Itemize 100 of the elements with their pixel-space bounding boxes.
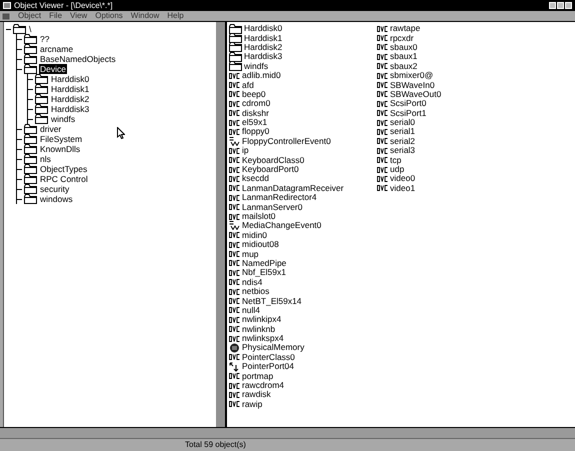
tree-item[interactable]: FileSystem: [39, 134, 84, 144]
menu-item[interactable]: Options: [95, 11, 123, 21]
object-name[interactable]: PointerClass0: [242, 352, 295, 362]
tree-item[interactable]: Harddisk2: [50, 94, 90, 104]
menu-item[interactable]: Object: [18, 11, 42, 21]
menu-item[interactable]: Window: [130, 11, 160, 21]
link-arrow-icon: [229, 362, 240, 372]
object-name[interactable]: KeyboardPort0: [242, 165, 299, 174]
object-name[interactable]: ScsiPort0: [390, 99, 426, 108]
tree-item[interactable]: ??: [39, 34, 50, 44]
object-name[interactable]: SBWaveIn0: [390, 80, 435, 90]
object-name[interactable]: rpcxdr: [390, 34, 414, 43]
device-icon: [377, 44, 388, 50]
tree-item[interactable]: arcname: [39, 44, 74, 54]
tree-item[interactable]: Device: [39, 64, 67, 74]
device-icon: [229, 232, 240, 238]
device-icon: [377, 176, 388, 182]
object-name[interactable]: nwlinknb: [242, 324, 276, 334]
device-icon: [229, 120, 240, 126]
object-name[interactable]: portmap: [242, 372, 274, 381]
object-name[interactable]: midin0: [242, 230, 268, 240]
tree-item[interactable]: security: [39, 184, 70, 194]
object-name[interactable]: SBWaveOut0: [390, 90, 442, 99]
object-name[interactable]: Nbf_El59x1: [242, 268, 286, 278]
object-name[interactable]: windfs: [244, 62, 268, 71]
object-name[interactable]: midiout08: [242, 240, 279, 250]
object-name[interactable]: NamedPipe: [242, 258, 286, 268]
object-name[interactable]: el59x1: [242, 118, 268, 128]
object-name[interactable]: mailslot0: [242, 212, 276, 221]
object-name[interactable]: adlib.mid0: [242, 71, 281, 80]
tree-item[interactable]: nls: [39, 154, 52, 164]
object-name[interactable]: video0: [390, 174, 416, 184]
object-name[interactable]: floppy0: [242, 127, 270, 136]
object-name[interactable]: serial0: [390, 118, 416, 128]
window-title: Object Viewer - [\Device\*.*]: [14, 0, 113, 11]
object-name[interactable]: NetBT_El59x14: [242, 296, 302, 306]
object-name[interactable]: Harddisk3: [244, 52, 282, 62]
menu-item[interactable]: View: [70, 11, 88, 21]
minimize-button[interactable]: [549, 2, 556, 9]
menu-item[interactable]: Help: [167, 11, 184, 21]
tree-item[interactable]: windows: [39, 194, 74, 204]
object-name[interactable]: FloppyControllerEvent0: [242, 136, 331, 146]
object-name[interactable]: udp: [390, 165, 404, 174]
tree-item[interactable]: KnownDlls: [39, 144, 82, 154]
object-name[interactable]: nwlinkipx4: [242, 315, 282, 324]
object-name[interactable]: sbaux2: [390, 62, 418, 71]
object-name[interactable]: cdrom0: [242, 99, 270, 108]
object-name[interactable]: serial3: [390, 146, 416, 156]
object-name[interactable]: rawip: [242, 400, 262, 409]
device-icon: [377, 63, 388, 70]
tree-item[interactable]: BaseNamedObjects: [39, 54, 117, 64]
app-menu-icon[interactable]: [2, 12, 10, 20]
object-name[interactable]: Harddisk1: [244, 34, 282, 43]
object-name[interactable]: sbaux1: [390, 52, 418, 62]
horizontal-scrollbar[interactable]: [0, 427, 575, 438]
object-name[interactable]: ndis4: [242, 278, 262, 287]
device-icon: [229, 157, 240, 164]
tree-item[interactable]: RPC Control: [39, 174, 89, 184]
object-name[interactable]: ip: [242, 146, 249, 156]
object-name[interactable]: serial2: [390, 136, 416, 146]
object-name[interactable]: MediaChangeEvent0: [242, 221, 322, 230]
object-name[interactable]: diskshr: [242, 108, 269, 118]
device-icon: [229, 298, 240, 304]
object-name[interactable]: ksecdd: [242, 174, 269, 184]
object-name[interactable]: ScsiPort1: [390, 108, 426, 118]
object-name[interactable]: KeyboardClass0: [242, 156, 304, 165]
device-icon: [229, 288, 240, 295]
object-name[interactable]: LanmanServer0: [242, 202, 302, 212]
object-name[interactable]: netbios: [242, 287, 270, 296]
tree-item[interactable]: Harddisk3: [50, 104, 90, 114]
tree-item[interactable]: Harddisk1: [50, 84, 90, 94]
object-name[interactable]: rawtape: [390, 24, 420, 34]
object-name[interactable]: beep0: [242, 90, 266, 99]
folder-icon: [24, 144, 37, 154]
object-name[interactable]: serial1: [390, 127, 416, 136]
object-name[interactable]: afd: [242, 80, 254, 90]
object-name[interactable]: sbmixer0@: [390, 71, 434, 80]
object-name[interactable]: video1: [390, 184, 416, 193]
object-name[interactable]: LanmanDatagramReceiver: [242, 184, 344, 193]
object-name[interactable]: Harddisk2: [244, 42, 282, 52]
maximize-button[interactable]: [557, 2, 564, 9]
tree-item[interactable]: Harddisk0: [50, 74, 90, 84]
tree-item[interactable]: driver: [39, 124, 62, 134]
tree-item[interactable]: windfs: [50, 114, 76, 124]
object-name[interactable]: PointerPort04: [242, 362, 294, 372]
device-icon: [229, 382, 240, 389]
close-button[interactable]: [565, 2, 572, 9]
object-name[interactable]: rawdisk: [242, 390, 271, 400]
tree-item[interactable]: \: [28, 24, 32, 34]
object-name[interactable]: Harddisk0: [244, 24, 282, 34]
object-name[interactable]: rawcdrom4: [242, 381, 284, 390]
menu-item[interactable]: File: [49, 11, 62, 21]
object-name[interactable]: tcp: [390, 156, 402, 165]
object-name[interactable]: sbaux0: [390, 42, 418, 52]
object-name[interactable]: PhysicalMemory: [242, 343, 304, 352]
tree-item[interactable]: ObjectTypes: [39, 164, 88, 174]
object-name[interactable]: nwlinkspx4: [242, 334, 284, 344]
object-name[interactable]: null4: [242, 306, 260, 315]
object-name[interactable]: LanmanRedirector4: [242, 193, 317, 202]
object-name[interactable]: mup: [242, 250, 259, 259]
